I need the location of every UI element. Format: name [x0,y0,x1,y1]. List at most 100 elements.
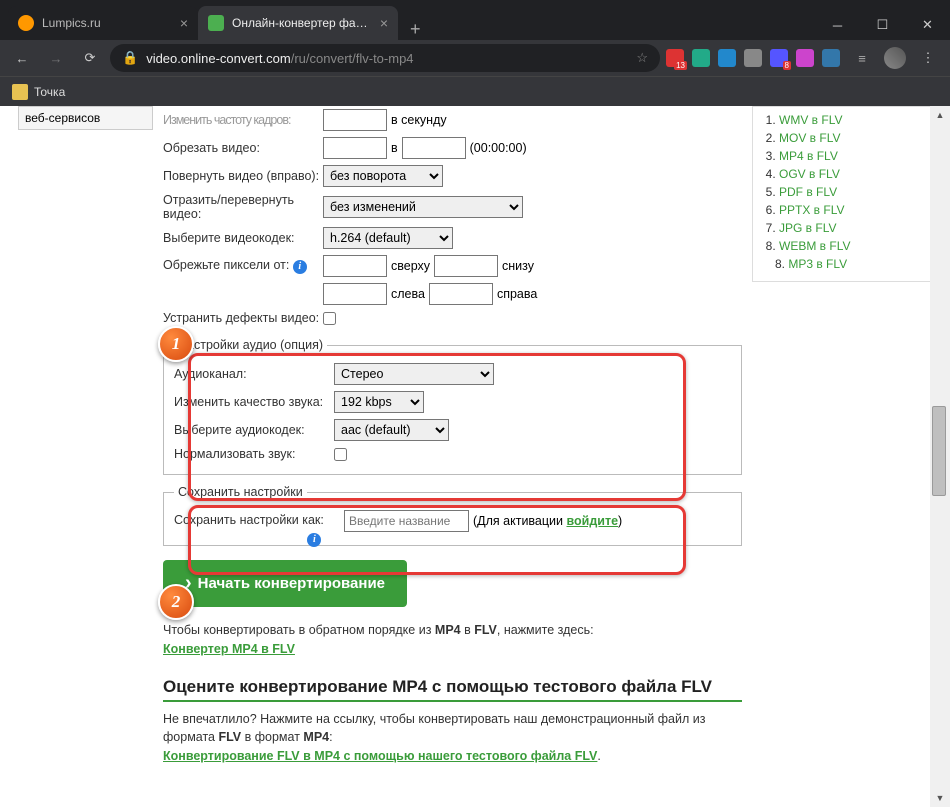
conversion-list: WMV в FLV MOV в FLV MP4 в FLV OGV в FLV … [752,106,932,282]
info-icon[interactable]: i [307,533,321,547]
scroll-thumb[interactable] [932,406,946,496]
scroll-down-button[interactable]: ▼ [930,789,950,807]
list-item: PPTX в FLV [779,201,923,219]
url-domain: video.online-convert.com [146,51,291,66]
bookmark-item[interactable]: Точка [12,84,65,100]
audio-legend: Настройки аудио (опция) [174,338,327,352]
window-controls: ─ ☐ ✕ [815,10,950,40]
conv-link[interactable]: MOV в FLV [779,131,841,145]
fps-input[interactable] [323,109,387,131]
list-item: PDF в FLV [779,183,923,201]
browser-titlebar: Lumpics.ru × Онлайн-конвертер файлов FLV… [0,0,950,40]
conv-link[interactable]: MP4 в FLV [779,149,838,163]
ext-icon[interactable] [692,49,710,67]
ext-icon[interactable] [718,49,736,67]
close-icon[interactable]: × [380,15,388,31]
channel-select[interactable]: Стерео [334,363,494,385]
px-bottom-input[interactable] [434,255,498,277]
left-sidebar: веб-сервисов [18,106,153,766]
quality-select[interactable]: 192 kbps [334,391,424,413]
quality-label: Изменить качество звука: [174,395,334,409]
tab-inactive[interactable]: Lumpics.ru × [8,6,198,40]
ext-icon[interactable] [822,49,840,67]
audio-fieldset: Настройки аудио (опция) Аудиоканал: Стер… [163,338,742,475]
acodec-label: Выберите аудиокодек: [174,423,334,437]
tab-title: Онлайн-конвертер файлов FLV [232,16,374,30]
conv-link[interactable]: MP3 в FLV [788,257,847,271]
forward-button[interactable]: → [42,44,70,72]
page-content: веб-сервисов Изменить частоту кадров: в … [0,106,950,807]
scrollbar[interactable]: ▲ ▼ [930,106,950,807]
defects-checkbox[interactable] [323,312,336,325]
conv-link[interactable]: PPTX в FLV [779,203,845,217]
crop-start-input[interactable] [323,137,387,159]
rotate-select[interactable]: без поворота [323,165,443,187]
new-tab-button[interactable]: + [398,19,433,40]
conv-link[interactable]: WMV в FLV [779,113,843,127]
normalize-label: Нормализовать звук: [174,447,334,461]
conv-link[interactable]: PDF в FLV [779,185,837,199]
address-bar[interactable]: 🔒 video.online-convert.com/ru/convert/fl… [110,44,660,72]
menu-button[interactable]: ⋮ [914,44,942,72]
vcodec-label: Выберите видеокодек: [163,231,323,245]
rate-heading: Оцените конвертирование MP4 с помощью те… [163,677,742,702]
favicon [18,15,34,31]
list-item: MP4 в FLV [779,147,923,165]
close-button[interactable]: ✕ [905,10,950,40]
left-sidebar-item[interactable]: веб-сервисов [18,106,153,130]
conv-link[interactable]: WEBM в FLV [779,239,851,253]
maximize-button[interactable]: ☐ [860,10,905,40]
favicon [208,15,224,31]
tab-title: Lumpics.ru [42,16,174,30]
profile-avatar[interactable] [884,47,906,69]
scroll-up-button[interactable]: ▲ [930,106,950,124]
crop-label: Обрезать видео: [163,141,323,155]
ext-icon[interactable]: 13 [666,49,684,67]
conv-link[interactable]: OGV в FLV [779,167,840,181]
crop-end-input[interactable] [402,137,466,159]
ext-icon[interactable]: 8 [770,49,788,67]
ext-icon[interactable] [744,49,762,67]
highlight-badge-2: 2 [158,584,194,620]
ext-icon[interactable] [796,49,814,67]
flip-select[interactable]: без изменений [323,196,523,218]
close-icon[interactable]: × [180,15,188,31]
crop-hint: (00:00:00) [470,141,527,155]
conv-link[interactable]: JPG в FLV [779,221,837,235]
vcodec-select[interactable]: h.264 (default) [323,227,453,249]
url-path: /ru/convert/flv-to-mp4 [291,51,414,66]
tab-active[interactable]: Онлайн-конвертер файлов FLV × [198,6,398,40]
save-fieldset: Сохранить настройки Сохранить настройки … [163,485,742,546]
defects-label: Устранить дефекты видео: [163,311,323,325]
lock-icon: 🔒 [122,50,138,66]
px-left-input[interactable] [323,283,387,305]
info-icon[interactable]: i [293,260,307,274]
demo-link[interactable]: Конвертирование FLV в MP4 с помощью наше… [163,749,597,763]
demo-text: Не впечатлило? Нажмите на ссылку, чтобы … [163,710,742,766]
extensions: 13 8 ≡ ⋮ [666,44,942,72]
back-button[interactable]: ← [8,44,36,72]
browser-toolbar: ← → ⟳ 🔒 video.online-convert.com/ru/conv… [0,40,950,76]
fps-label: Изменить частоту кадров: [163,113,323,127]
save-name-input[interactable] [344,510,469,532]
bookmarks-bar: Точка [0,76,950,106]
acodec-select[interactable]: aac (default) [334,419,449,441]
reverse-link[interactable]: Конвертер MP4 в FLV [163,642,295,656]
minimize-button[interactable]: ─ [815,10,860,40]
list-item: WEBM в FLV [779,237,923,255]
reverse-text: Чтобы конвертировать в обратном порядке … [163,621,742,659]
rotate-label: Повернуть видео (вправо): [163,169,323,183]
channel-label: Аудиоканал: [174,367,334,381]
login-link[interactable]: войдите [566,514,618,528]
reload-button[interactable]: ⟳ [76,44,104,72]
reading-list-icon[interactable]: ≡ [848,44,876,72]
fps-suffix: в секунду [391,113,447,127]
px-right-input[interactable] [429,283,493,305]
star-icon[interactable]: ☆ [636,50,648,66]
list-item: WMV в FLV [779,111,923,129]
px-top-input[interactable] [323,255,387,277]
normalize-checkbox[interactable] [334,448,347,461]
list-item: JPG в FLV [779,219,923,237]
start-convert-button[interactable]: Начать конвертирование [163,560,407,607]
highlight-badge-1: 1 [158,326,194,362]
